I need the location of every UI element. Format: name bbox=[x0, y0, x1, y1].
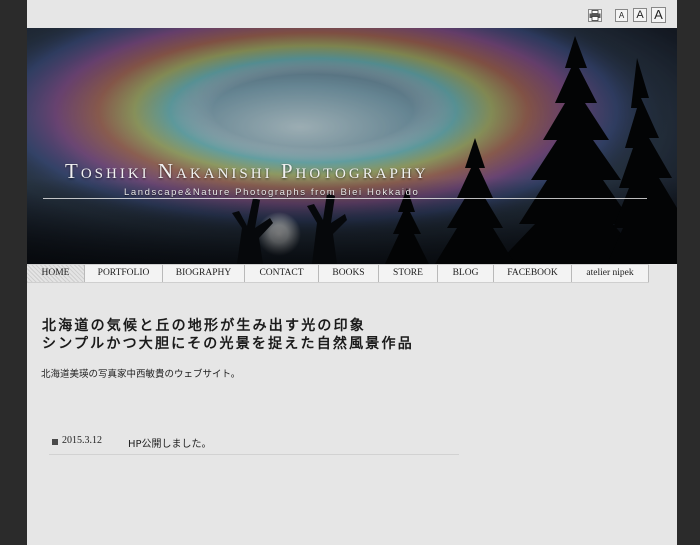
headline-line-2: シンプルかつ大胆にその光景を捉えた自然風景作品 bbox=[42, 336, 414, 352]
news-link[interactable]: HP公開しました。 bbox=[128, 435, 212, 450]
news-item: 2015.3.12 HP公開しました。 bbox=[49, 432, 459, 455]
nav-books[interactable]: BOOKS bbox=[319, 265, 379, 282]
nav-store[interactable]: STORE bbox=[379, 265, 438, 282]
nav-biography[interactable]: BIOGRAPHY bbox=[163, 265, 245, 282]
page-headline: 北海道の気候と丘の地形が生み出す光の印象 シンプルかつ大胆にその光景を捉えた自然… bbox=[42, 317, 414, 353]
nav-portfolio[interactable]: PORTFOLIO bbox=[85, 265, 163, 282]
nav-facebook[interactable]: FACEBOOK bbox=[494, 265, 572, 282]
nav-contact[interactable]: CONTACT bbox=[245, 265, 319, 282]
nav-blog[interactable]: BLOG bbox=[438, 265, 494, 282]
font-size-large-button[interactable]: A bbox=[651, 7, 666, 23]
font-size-medium-button[interactable]: A bbox=[633, 8, 647, 22]
site-title: Toshiki Nakanishi Photography bbox=[65, 159, 429, 183]
banner-photo bbox=[27, 28, 677, 264]
font-size-small-button[interactable]: A bbox=[615, 9, 628, 22]
bullet-icon bbox=[52, 439, 58, 445]
page-container: A A A Toshiki Nakanishi Photography Land… bbox=[27, 0, 677, 545]
site-subtitle: Landscape&Nature Photographs from Biei H… bbox=[124, 187, 420, 198]
nav-atelier-nipek[interactable]: atelier nipek bbox=[572, 265, 649, 282]
utility-bar: A A A bbox=[27, 0, 677, 28]
printer-icon[interactable] bbox=[588, 9, 602, 22]
intro-text: 北海道美瑛の写真家中西敏貴のウェブサイト。 bbox=[41, 369, 241, 380]
main-navigation: HOME PORTFOLIO BIOGRAPHY CONTACT BOOKS S… bbox=[27, 264, 649, 283]
headline-line-1: 北海道の気候と丘の地形が生み出す光の印象 bbox=[42, 318, 366, 334]
header-banner: Toshiki Nakanishi Photography Landscape&… bbox=[27, 28, 677, 264]
news-date: 2015.3.12 bbox=[62, 435, 102, 446]
nav-home[interactable]: HOME bbox=[27, 265, 85, 282]
title-divider bbox=[43, 198, 647, 199]
